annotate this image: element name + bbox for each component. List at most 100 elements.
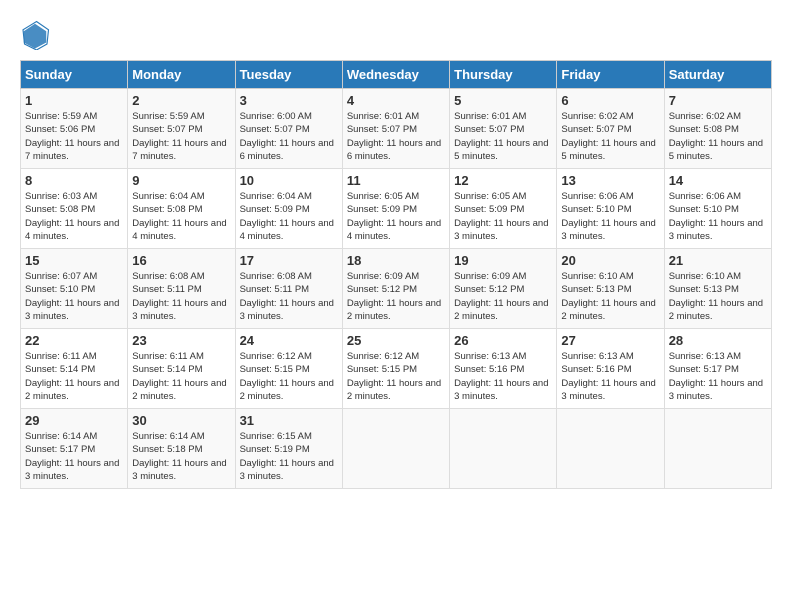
week-row-3: 15 Sunrise: 6:07 AMSunset: 5:10 PMDaylig… — [21, 249, 772, 329]
day-info: Sunrise: 6:06 AMSunset: 5:10 PMDaylight:… — [561, 191, 655, 242]
day-info: Sunrise: 6:11 AMSunset: 5:14 PMDaylight:… — [132, 351, 226, 402]
calendar-cell: 7 Sunrise: 6:02 AMSunset: 5:08 PMDayligh… — [664, 89, 771, 169]
day-number: 11 — [347, 173, 445, 188]
day-info: Sunrise: 6:13 AMSunset: 5:17 PMDaylight:… — [669, 351, 763, 402]
calendar-cell: 18 Sunrise: 6:09 AMSunset: 5:12 PMDaylig… — [342, 249, 449, 329]
day-number: 10 — [240, 173, 338, 188]
day-info: Sunrise: 6:08 AMSunset: 5:11 PMDaylight:… — [132, 271, 226, 322]
day-info: Sunrise: 6:07 AMSunset: 5:10 PMDaylight:… — [25, 271, 119, 322]
calendar-cell: 19 Sunrise: 6:09 AMSunset: 5:12 PMDaylig… — [450, 249, 557, 329]
week-row-2: 8 Sunrise: 6:03 AMSunset: 5:08 PMDayligh… — [21, 169, 772, 249]
calendar-cell: 10 Sunrise: 6:04 AMSunset: 5:09 PMDaylig… — [235, 169, 342, 249]
day-number: 29 — [25, 413, 123, 428]
col-header-friday: Friday — [557, 61, 664, 89]
day-number: 15 — [25, 253, 123, 268]
col-header-thursday: Thursday — [450, 61, 557, 89]
day-number: 25 — [347, 333, 445, 348]
calendar-table: SundayMondayTuesdayWednesdayThursdayFrid… — [20, 60, 772, 489]
calendar-cell: 14 Sunrise: 6:06 AMSunset: 5:10 PMDaylig… — [664, 169, 771, 249]
day-info: Sunrise: 5:59 AMSunset: 5:07 PMDaylight:… — [132, 111, 226, 162]
calendar-cell: 27 Sunrise: 6:13 AMSunset: 5:16 PMDaylig… — [557, 329, 664, 409]
calendar-cell: 23 Sunrise: 6:11 AMSunset: 5:14 PMDaylig… — [128, 329, 235, 409]
day-number: 20 — [561, 253, 659, 268]
calendar-cell: 16 Sunrise: 6:08 AMSunset: 5:11 PMDaylig… — [128, 249, 235, 329]
calendar-cell: 9 Sunrise: 6:04 AMSunset: 5:08 PMDayligh… — [128, 169, 235, 249]
col-header-monday: Monday — [128, 61, 235, 89]
page-header — [20, 20, 772, 50]
week-row-4: 22 Sunrise: 6:11 AMSunset: 5:14 PMDaylig… — [21, 329, 772, 409]
day-number: 14 — [669, 173, 767, 188]
col-header-sunday: Sunday — [21, 61, 128, 89]
calendar-cell: 31 Sunrise: 6:15 AMSunset: 5:19 PMDaylig… — [235, 409, 342, 489]
day-number: 12 — [454, 173, 552, 188]
day-number: 7 — [669, 93, 767, 108]
day-number: 22 — [25, 333, 123, 348]
calendar-cell: 5 Sunrise: 6:01 AMSunset: 5:07 PMDayligh… — [450, 89, 557, 169]
day-info: Sunrise: 5:59 AMSunset: 5:06 PMDaylight:… — [25, 111, 119, 162]
calendar-cell: 2 Sunrise: 5:59 AMSunset: 5:07 PMDayligh… — [128, 89, 235, 169]
day-info: Sunrise: 6:15 AMSunset: 5:19 PMDaylight:… — [240, 431, 334, 482]
day-info: Sunrise: 6:05 AMSunset: 5:09 PMDaylight:… — [454, 191, 548, 242]
day-number: 9 — [132, 173, 230, 188]
calendar-cell: 20 Sunrise: 6:10 AMSunset: 5:13 PMDaylig… — [557, 249, 664, 329]
day-info: Sunrise: 6:04 AMSunset: 5:08 PMDaylight:… — [132, 191, 226, 242]
day-info: Sunrise: 6:02 AMSunset: 5:08 PMDaylight:… — [669, 111, 763, 162]
day-info: Sunrise: 6:11 AMSunset: 5:14 PMDaylight:… — [25, 351, 119, 402]
day-number: 26 — [454, 333, 552, 348]
day-number: 31 — [240, 413, 338, 428]
calendar-cell: 26 Sunrise: 6:13 AMSunset: 5:16 PMDaylig… — [450, 329, 557, 409]
day-info: Sunrise: 6:10 AMSunset: 5:13 PMDaylight:… — [669, 271, 763, 322]
day-number: 6 — [561, 93, 659, 108]
day-number: 24 — [240, 333, 338, 348]
calendar-cell — [342, 409, 449, 489]
calendar-cell: 6 Sunrise: 6:02 AMSunset: 5:07 PMDayligh… — [557, 89, 664, 169]
calendar-cell: 3 Sunrise: 6:00 AMSunset: 5:07 PMDayligh… — [235, 89, 342, 169]
day-number: 4 — [347, 93, 445, 108]
day-info: Sunrise: 6:06 AMSunset: 5:10 PMDaylight:… — [669, 191, 763, 242]
day-number: 16 — [132, 253, 230, 268]
day-info: Sunrise: 6:01 AMSunset: 5:07 PMDaylight:… — [454, 111, 548, 162]
calendar-cell: 8 Sunrise: 6:03 AMSunset: 5:08 PMDayligh… — [21, 169, 128, 249]
day-info: Sunrise: 6:01 AMSunset: 5:07 PMDaylight:… — [347, 111, 441, 162]
calendar-cell: 28 Sunrise: 6:13 AMSunset: 5:17 PMDaylig… — [664, 329, 771, 409]
calendar-cell: 22 Sunrise: 6:11 AMSunset: 5:14 PMDaylig… — [21, 329, 128, 409]
calendar-cell: 11 Sunrise: 6:05 AMSunset: 5:09 PMDaylig… — [342, 169, 449, 249]
col-header-wednesday: Wednesday — [342, 61, 449, 89]
calendar-cell — [664, 409, 771, 489]
logo — [20, 20, 54, 50]
day-number: 1 — [25, 93, 123, 108]
day-number: 23 — [132, 333, 230, 348]
calendar-cell: 13 Sunrise: 6:06 AMSunset: 5:10 PMDaylig… — [557, 169, 664, 249]
day-number: 2 — [132, 93, 230, 108]
day-number: 18 — [347, 253, 445, 268]
day-number: 21 — [669, 253, 767, 268]
day-info: Sunrise: 6:12 AMSunset: 5:15 PMDaylight:… — [240, 351, 334, 402]
day-info: Sunrise: 6:03 AMSunset: 5:08 PMDaylight:… — [25, 191, 119, 242]
day-info: Sunrise: 6:10 AMSunset: 5:13 PMDaylight:… — [561, 271, 655, 322]
calendar-cell: 24 Sunrise: 6:12 AMSunset: 5:15 PMDaylig… — [235, 329, 342, 409]
calendar-cell: 29 Sunrise: 6:14 AMSunset: 5:17 PMDaylig… — [21, 409, 128, 489]
day-number: 13 — [561, 173, 659, 188]
week-row-1: 1 Sunrise: 5:59 AMSunset: 5:06 PMDayligh… — [21, 89, 772, 169]
day-number: 30 — [132, 413, 230, 428]
day-info: Sunrise: 6:13 AMSunset: 5:16 PMDaylight:… — [561, 351, 655, 402]
day-number: 17 — [240, 253, 338, 268]
day-info: Sunrise: 6:09 AMSunset: 5:12 PMDaylight:… — [347, 271, 441, 322]
calendar-cell: 21 Sunrise: 6:10 AMSunset: 5:13 PMDaylig… — [664, 249, 771, 329]
calendar-cell: 4 Sunrise: 6:01 AMSunset: 5:07 PMDayligh… — [342, 89, 449, 169]
day-info: Sunrise: 6:00 AMSunset: 5:07 PMDaylight:… — [240, 111, 334, 162]
col-header-saturday: Saturday — [664, 61, 771, 89]
week-row-5: 29 Sunrise: 6:14 AMSunset: 5:17 PMDaylig… — [21, 409, 772, 489]
day-number: 8 — [25, 173, 123, 188]
day-info: Sunrise: 6:13 AMSunset: 5:16 PMDaylight:… — [454, 351, 548, 402]
day-info: Sunrise: 6:14 AMSunset: 5:18 PMDaylight:… — [132, 431, 226, 482]
day-info: Sunrise: 6:02 AMSunset: 5:07 PMDaylight:… — [561, 111, 655, 162]
day-number: 28 — [669, 333, 767, 348]
day-number: 3 — [240, 93, 338, 108]
day-number: 27 — [561, 333, 659, 348]
calendar-cell — [557, 409, 664, 489]
day-info: Sunrise: 6:14 AMSunset: 5:17 PMDaylight:… — [25, 431, 119, 482]
calendar-cell: 12 Sunrise: 6:05 AMSunset: 5:09 PMDaylig… — [450, 169, 557, 249]
day-number: 19 — [454, 253, 552, 268]
day-info: Sunrise: 6:08 AMSunset: 5:11 PMDaylight:… — [240, 271, 334, 322]
